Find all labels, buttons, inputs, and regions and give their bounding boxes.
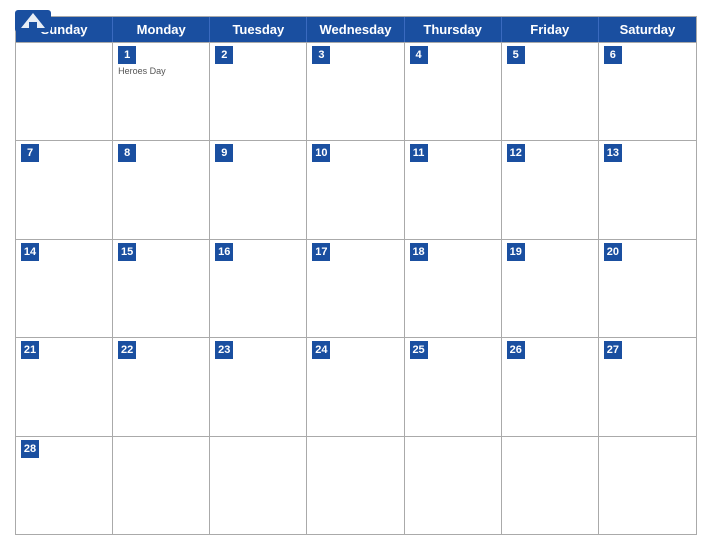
day-cell: 25	[405, 338, 502, 435]
day-number: 18	[410, 243, 428, 261]
day-header-friday: Friday	[502, 17, 599, 42]
generalblue-logo	[15, 10, 51, 33]
day-number: 14	[21, 243, 39, 261]
day-cell	[210, 437, 307, 534]
day-number: 27	[604, 341, 622, 359]
day-cell: 8	[113, 141, 210, 238]
day-number: 25	[410, 341, 428, 359]
day-header-tuesday: Tuesday	[210, 17, 307, 42]
day-header-saturday: Saturday	[599, 17, 696, 42]
day-cell: 22	[113, 338, 210, 435]
day-number: 7	[21, 144, 39, 162]
day-cell: 10	[307, 141, 404, 238]
day-number: 21	[21, 341, 39, 359]
day-cell: 11	[405, 141, 502, 238]
day-header-wednesday: Wednesday	[307, 17, 404, 42]
day-cell: 15	[113, 240, 210, 337]
calendar-container: SundayMondayTuesdayWednesdayThursdayFrid…	[0, 0, 712, 550]
weeks-container: 1Heroes Day23456789101112131415161718192…	[16, 42, 696, 534]
day-number: 23	[215, 341, 233, 359]
day-cell: 6	[599, 43, 696, 140]
day-number: 9	[215, 144, 233, 162]
day-cell: 27	[599, 338, 696, 435]
day-cell: 3	[307, 43, 404, 140]
week-row-4: 28	[16, 436, 696, 534]
day-cell	[113, 437, 210, 534]
day-number: 3	[312, 46, 330, 64]
day-number: 26	[507, 341, 525, 359]
day-cell: 24	[307, 338, 404, 435]
day-cell: 20	[599, 240, 696, 337]
day-cell: 18	[405, 240, 502, 337]
day-cell: 4	[405, 43, 502, 140]
day-cell: 9	[210, 141, 307, 238]
day-number: 4	[410, 46, 428, 64]
day-number: 2	[215, 46, 233, 64]
day-headers-row: SundayMondayTuesdayWednesdayThursdayFrid…	[16, 17, 696, 42]
week-row-2: 14 15 16 17 18 19 20	[16, 239, 696, 337]
day-cell: 21	[16, 338, 113, 435]
week-row-1: 7 8 9 10 11 12 13	[16, 140, 696, 238]
day-cell: 23	[210, 338, 307, 435]
day-cell: 19	[502, 240, 599, 337]
day-cell: 1 Heroes Day	[113, 43, 210, 140]
day-cell: 2	[210, 43, 307, 140]
day-number: 5	[507, 46, 525, 64]
day-number: 13	[604, 144, 622, 162]
day-header-thursday: Thursday	[405, 17, 502, 42]
day-cell: 13	[599, 141, 696, 238]
day-cell	[502, 437, 599, 534]
day-number: 8	[118, 144, 136, 162]
day-number: 6	[604, 46, 622, 64]
day-cell: 5	[502, 43, 599, 140]
day-number: 16	[215, 243, 233, 261]
day-number: 22	[118, 341, 136, 359]
calendar-grid: SundayMondayTuesdayWednesdayThursdayFrid…	[15, 16, 697, 535]
day-number: 20	[604, 243, 622, 261]
day-number: 19	[507, 243, 525, 261]
day-cell	[16, 43, 113, 140]
day-cell: 14	[16, 240, 113, 337]
day-number: 24	[312, 341, 330, 359]
day-cell: 12	[502, 141, 599, 238]
day-number: 17	[312, 243, 330, 261]
day-number: 11	[410, 144, 428, 162]
day-cell: 26	[502, 338, 599, 435]
week-row-0: 1 Heroes Day 2 3 4 5 6	[16, 42, 696, 140]
day-number: 15	[118, 243, 136, 261]
day-cell	[307, 437, 404, 534]
holiday-label: Heroes Day	[118, 66, 204, 77]
day-number: 12	[507, 144, 525, 162]
day-number: 1	[118, 46, 136, 64]
day-cell	[405, 437, 502, 534]
day-header-monday: Monday	[113, 17, 210, 42]
logo-icon	[15, 10, 51, 32]
day-cell: 16	[210, 240, 307, 337]
week-row-3: 21 22 23 24 25 26 27	[16, 337, 696, 435]
day-cell: 17	[307, 240, 404, 337]
day-cell: 28	[16, 437, 113, 534]
day-cell: 7	[16, 141, 113, 238]
day-number: 10	[312, 144, 330, 162]
day-number: 28	[21, 440, 39, 458]
day-cell	[599, 437, 696, 534]
